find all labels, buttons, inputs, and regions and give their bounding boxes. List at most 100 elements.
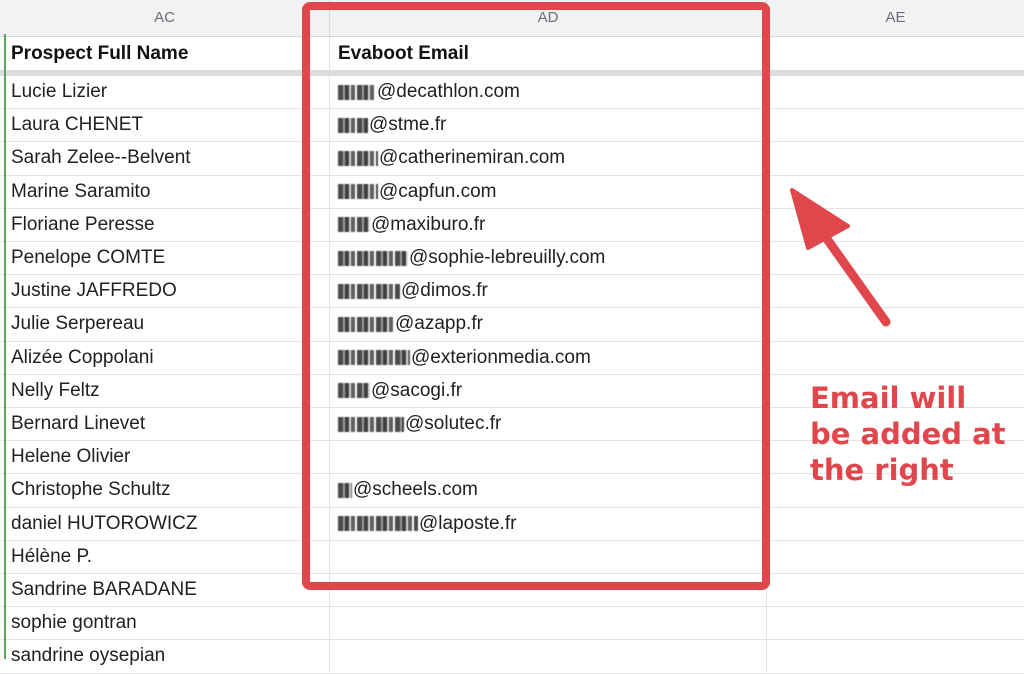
cell-empty[interactable]	[767, 142, 1024, 174]
redacted-local-part	[338, 84, 376, 100]
email-domain: @sacogi.fr	[371, 379, 463, 401]
cell-empty[interactable]	[767, 176, 1024, 208]
redacted-local-part	[338, 150, 378, 166]
cell-prospect-name[interactable]: Sandrine BARADANE	[0, 574, 330, 607]
table-row: Alizée Coppolani @exterionmedia.com	[0, 341, 1024, 375]
annotation-line-3: the right	[810, 453, 954, 487]
email-domain: @exterionmedia.com	[411, 346, 591, 368]
table-row: Julie Serpereau @azapp.fr	[0, 308, 1024, 342]
spreadsheet: AC AD AE Prospect Full Name Evaboot Emai…	[0, 0, 1024, 674]
redacted-local-part	[338, 316, 394, 332]
cell-prospect-name[interactable]: Nelly Feltz	[0, 374, 330, 407]
cell-email[interactable]: @decathlon.com	[330, 76, 767, 109]
cell-empty[interactable]	[767, 342, 1024, 374]
column-header-bar: AC AD AE	[0, 0, 1024, 37]
email-domain: @stme.fr	[369, 114, 447, 136]
table-row: daniel HUTOROWICZ @laposte.fr	[0, 507, 1024, 541]
cell-email-header[interactable]: Evaboot Email	[330, 37, 767, 70]
cell-email[interactable]: @azapp.fr	[330, 308, 767, 341]
cell-empty[interactable]	[767, 37, 1024, 70]
redacted-local-part	[338, 283, 400, 299]
cell-email[interactable]: @laposte.fr	[330, 507, 767, 540]
cell-email[interactable]	[330, 574, 767, 607]
table-row: sandrine oysepian	[0, 640, 1024, 674]
email-domain: @maxiburo.fr	[371, 213, 486, 235]
redacted-local-part	[338, 217, 370, 233]
cell-prospect-name[interactable]: Sarah Zelee--Belvent	[0, 142, 330, 175]
email-domain: @decathlon.com	[377, 81, 520, 103]
table-row: Justine JAFFREDO @dimos.fr	[0, 275, 1024, 309]
email-domain: @scheels.com	[353, 479, 478, 501]
cell-prospect-name[interactable]: Lucie Lizier	[0, 76, 330, 109]
cell-prospect-name[interactable]: Bernard Linevet	[0, 408, 330, 441]
column-header-ad[interactable]: AD	[330, 0, 767, 36]
cell-empty[interactable]	[767, 541, 1024, 573]
redacted-local-part	[338, 416, 404, 432]
cell-empty[interactable]	[767, 209, 1024, 241]
cell-prospect-name[interactable]: daniel HUTOROWICZ	[0, 507, 330, 540]
cell-prospect-name[interactable]: Laura CHENET	[0, 109, 330, 142]
cell-prospect-name[interactable]: sophie gontran	[0, 607, 330, 640]
cell-prospect-name[interactable]: Hélène P.	[0, 540, 330, 573]
table-row: sophie gontran	[0, 607, 1024, 641]
column-header-ae[interactable]: AE	[767, 0, 1024, 36]
cell-email[interactable]	[330, 607, 767, 640]
email-domain: @catherinemiran.com	[379, 147, 566, 169]
cell-email[interactable]	[330, 640, 767, 673]
table-row: Floriane Peresse @maxiburo.fr	[0, 208, 1024, 242]
table-row: Lucie Lizier @decathlon.com	[0, 76, 1024, 110]
redacted-local-part	[338, 350, 410, 366]
cell-email[interactable]	[330, 441, 767, 474]
cell-prospect-name[interactable]: Christophe Schultz	[0, 474, 330, 507]
cell-email[interactable]: @stme.fr	[330, 109, 767, 142]
cell-prospect-name[interactable]: Marine Saramito	[0, 175, 330, 208]
annotation-line-1: Email will	[810, 381, 967, 415]
cell-email[interactable]: @catherinemiran.com	[330, 142, 767, 175]
cell-prospect-name[interactable]: Alizée Coppolani	[0, 341, 330, 374]
header-row: Prospect Full Name Evaboot Email	[0, 37, 1024, 71]
table-row: Laura CHENET @stme.fr	[0, 109, 1024, 143]
cell-email[interactable]: @sacogi.fr	[330, 374, 767, 407]
cell-email[interactable]: @maxiburo.fr	[330, 208, 767, 241]
cell-email[interactable]: @scheels.com	[330, 474, 767, 507]
cell-name-header[interactable]: Prospect Full Name	[0, 37, 330, 70]
email-domain: @laposte.fr	[419, 512, 517, 534]
table-row: Sandrine BARADANE	[0, 574, 1024, 608]
email-domain: @sophie-lebreuilly.com	[409, 247, 606, 269]
cell-empty[interactable]	[767, 607, 1024, 639]
cell-prospect-name[interactable]: sandrine oysepian	[0, 640, 330, 673]
annotation-text: Email will be added at the right	[810, 380, 1010, 488]
email-domain: @azapp.fr	[395, 313, 483, 335]
cell-email[interactable]: @dimos.fr	[330, 275, 767, 308]
column-header-ac[interactable]: AC	[0, 0, 330, 36]
table-row: Penelope COMTE @sophie-lebreuilly.com	[0, 242, 1024, 276]
cell-empty[interactable]	[767, 574, 1024, 606]
cell-email[interactable]	[330, 540, 767, 573]
table-row: Hélène P.	[0, 540, 1024, 574]
cell-empty[interactable]	[767, 308, 1024, 340]
cell-email[interactable]: @sophie-lebreuilly.com	[330, 242, 767, 275]
redacted-local-part	[338, 482, 352, 498]
cell-empty[interactable]	[767, 76, 1024, 108]
redacted-local-part	[338, 250, 408, 266]
cell-email[interactable]: @solutec.fr	[330, 408, 767, 441]
annotation-line-2: be added at	[810, 417, 1006, 451]
redacted-local-part	[338, 117, 368, 133]
cell-email[interactable]: @capfun.com	[330, 175, 767, 208]
cell-email[interactable]: @exterionmedia.com	[330, 341, 767, 374]
cell-empty[interactable]	[767, 640, 1024, 672]
cell-prospect-name[interactable]: Julie Serpereau	[0, 308, 330, 341]
cell-empty[interactable]	[767, 109, 1024, 141]
cell-empty[interactable]	[767, 508, 1024, 540]
email-domain: @capfun.com	[379, 180, 497, 202]
cell-prospect-name[interactable]: Floriane Peresse	[0, 208, 330, 241]
cell-prospect-name[interactable]: Helene Olivier	[0, 441, 330, 474]
email-domain: @dimos.fr	[401, 280, 488, 302]
cell-prospect-name[interactable]: Justine JAFFREDO	[0, 275, 330, 308]
cell-empty[interactable]	[767, 242, 1024, 274]
cell-empty[interactable]	[767, 275, 1024, 307]
redacted-local-part	[338, 184, 378, 200]
email-domain: @solutec.fr	[405, 413, 502, 435]
cell-prospect-name[interactable]: Penelope COMTE	[0, 242, 330, 275]
redacted-local-part	[338, 516, 418, 532]
